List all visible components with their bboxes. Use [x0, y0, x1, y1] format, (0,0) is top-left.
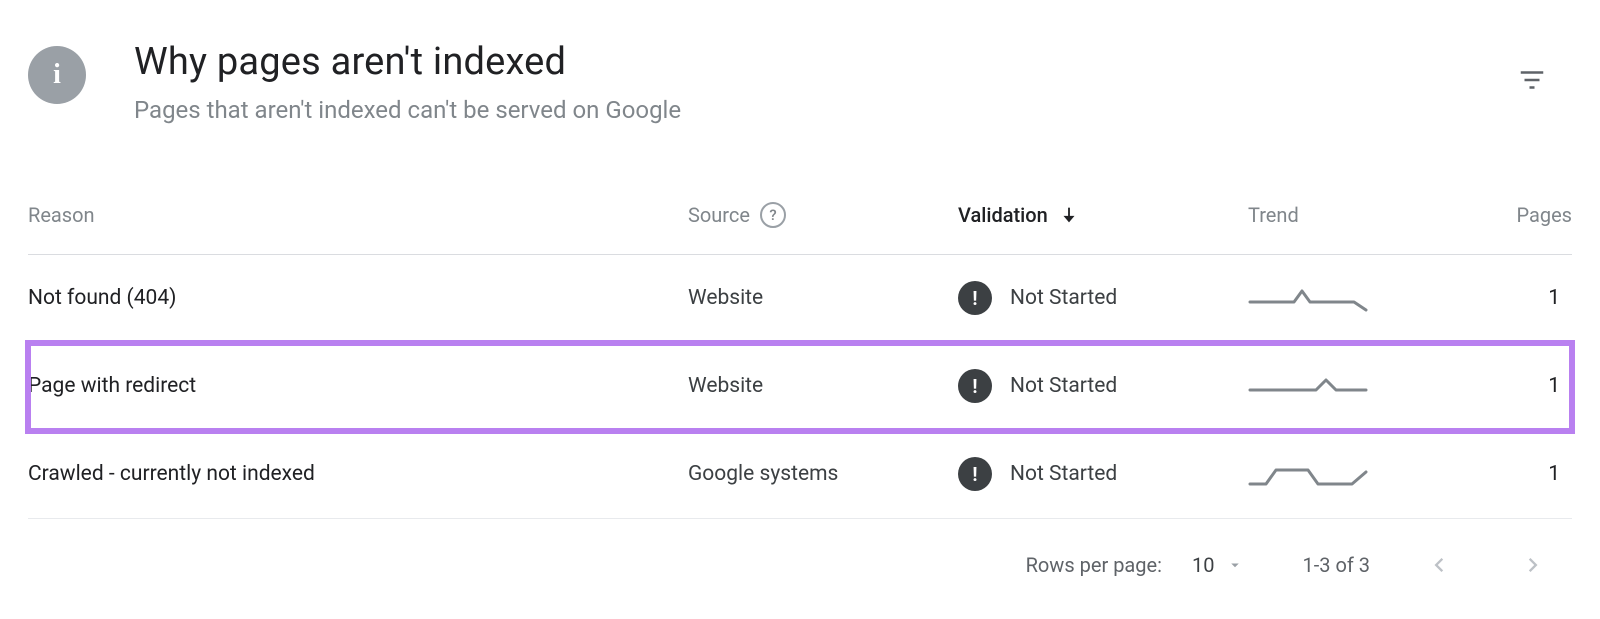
exclamation-icon: ! [958, 369, 992, 403]
col-source[interactable]: Source ? [688, 202, 958, 228]
cell-pages: 1 [1448, 374, 1572, 398]
table-row[interactable]: Page with redirect Website ! Not Started… [28, 343, 1572, 431]
cell-source: Website [688, 286, 958, 310]
filter-button[interactable] [1512, 60, 1552, 100]
col-reason-label: Reason [28, 203, 95, 227]
rows-per-page-label: Rows per page: [1026, 553, 1162, 577]
sparkline-icon [1248, 454, 1368, 494]
page-title: Why pages aren't indexed [134, 40, 1572, 86]
chevron-right-icon [1520, 551, 1548, 579]
cell-source: Website [688, 374, 958, 398]
col-trend-label: Trend [1248, 203, 1299, 227]
table-row[interactable]: Crawled - currently not indexed Google s… [28, 431, 1572, 519]
cell-trend [1248, 454, 1448, 494]
prev-page-button[interactable] [1420, 547, 1456, 583]
pagination-range: 1-3 of 3 [1302, 553, 1370, 577]
exclamation-icon: ! [958, 457, 992, 491]
exclamation-icon: ! [958, 281, 992, 315]
issues-table: Reason Source ? Validation Trend Pages N… [28, 202, 1572, 519]
cell-pages: 1 [1448, 286, 1572, 310]
cell-trend [1248, 278, 1448, 318]
table-header-row: Reason Source ? Validation Trend Pages [28, 202, 1572, 255]
col-reason[interactable]: Reason [28, 203, 688, 227]
filter-icon [1517, 65, 1547, 95]
rows-per-page-value: 10 [1192, 553, 1214, 577]
chevron-left-icon [1424, 551, 1452, 579]
validation-status: Not Started [1010, 374, 1117, 398]
pagination-controls [1420, 547, 1552, 583]
sort-desc-icon [1058, 204, 1080, 226]
sparkline-icon [1248, 366, 1368, 406]
validation-status: Not Started [1010, 462, 1117, 486]
cell-validation: ! Not Started [958, 281, 1248, 315]
next-page-button[interactable] [1516, 547, 1552, 583]
cell-pages: 1 [1448, 462, 1572, 486]
cell-validation: ! Not Started [958, 369, 1248, 403]
cell-validation: ! Not Started [958, 457, 1248, 491]
table-footer: Rows per page: 10 1-3 of 3 [28, 519, 1572, 583]
cell-trend [1248, 366, 1448, 406]
rows-per-page-select[interactable]: 10 [1184, 549, 1252, 581]
page-subtitle: Pages that aren't indexed can't be serve… [134, 96, 1572, 124]
info-icon: i [28, 46, 86, 104]
cell-reason: Not found (404) [28, 286, 688, 310]
dropdown-icon [1226, 556, 1244, 574]
col-validation-label: Validation [958, 203, 1048, 227]
header-titles: Why pages aren't indexed Pages that aren… [134, 40, 1572, 124]
cell-reason: Crawled - currently not indexed [28, 462, 688, 486]
col-source-label: Source [688, 203, 750, 227]
validation-status: Not Started [1010, 286, 1117, 310]
col-pages[interactable]: Pages [1448, 203, 1572, 227]
col-pages-label: Pages [1516, 203, 1572, 227]
cell-source: Google systems [688, 462, 958, 486]
sparkline-icon [1248, 278, 1368, 318]
card-header: i Why pages aren't indexed Pages that ar… [28, 40, 1572, 124]
cell-reason: Page with redirect [28, 374, 688, 398]
table-row[interactable]: Not found (404) Website ! Not Started 1 [28, 255, 1572, 343]
rows-per-page: Rows per page: 10 [1026, 549, 1253, 581]
col-validation[interactable]: Validation [958, 203, 1248, 227]
help-icon[interactable]: ? [760, 202, 786, 228]
col-trend: Trend [1248, 203, 1448, 227]
